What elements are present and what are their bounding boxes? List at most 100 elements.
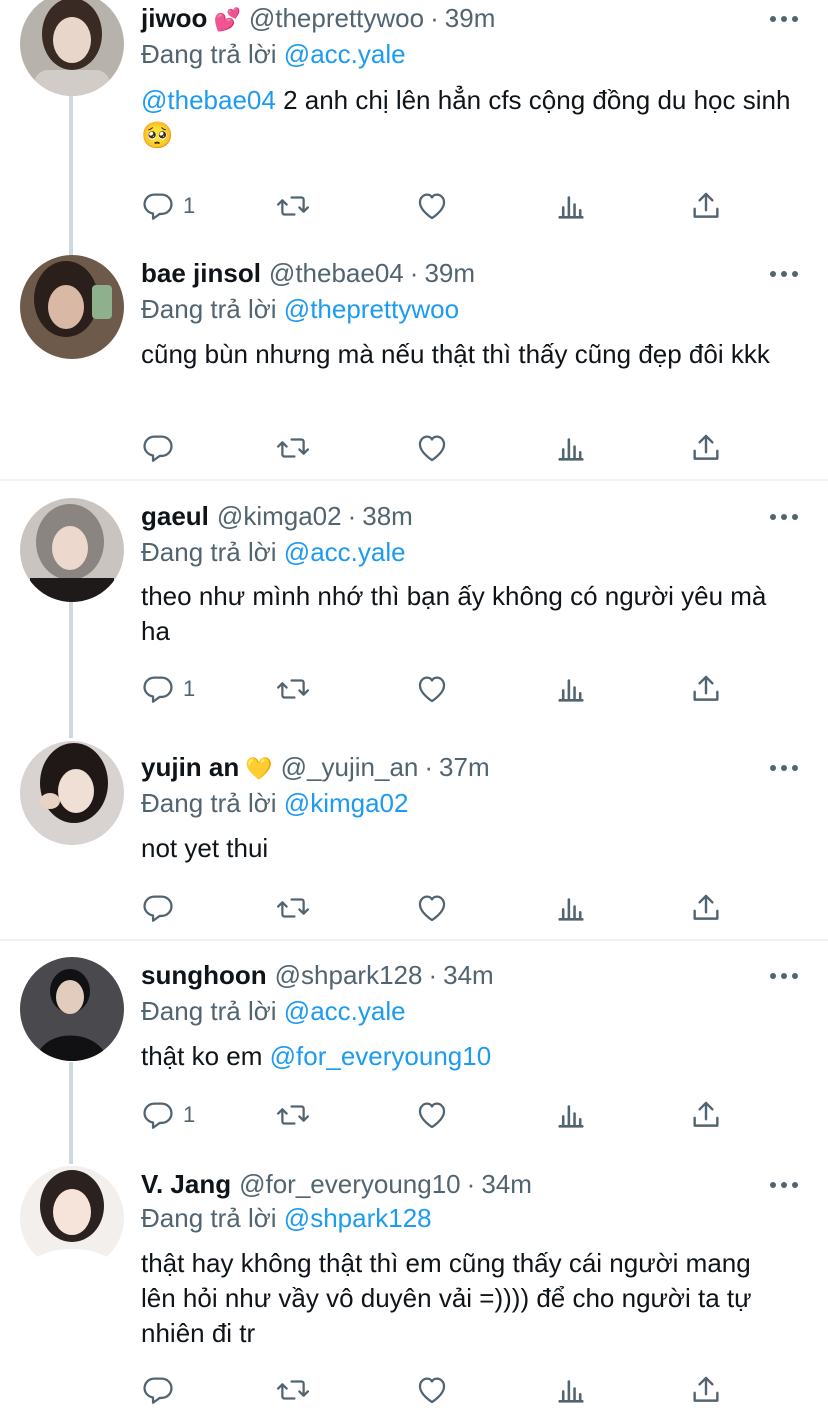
avatar[interactable] — [20, 498, 124, 602]
like-button[interactable] — [415, 428, 449, 468]
retweet-button[interactable] — [276, 888, 310, 928]
retweet-button[interactable] — [276, 186, 310, 226]
heart-icon — [418, 676, 446, 703]
avatar[interactable] — [20, 741, 124, 845]
share-icon — [693, 1101, 719, 1127]
share-icon — [693, 1376, 719, 1402]
mention-link[interactable]: @for_everyoung10 — [270, 1041, 492, 1071]
timestamp[interactable]: 34m — [443, 960, 494, 990]
handle[interactable]: @kimga02 — [217, 501, 342, 531]
retweet-icon — [276, 898, 310, 918]
share-button[interactable] — [689, 669, 723, 709]
like-button[interactable] — [415, 186, 449, 226]
handle[interactable]: @thebae04 — [269, 258, 404, 288]
handle[interactable]: @theprettywoo — [249, 3, 424, 33]
avatar[interactable] — [20, 1166, 124, 1270]
analytics-button[interactable] — [554, 1370, 588, 1410]
timestamp[interactable]: 39m — [424, 258, 475, 288]
more-icon[interactable] — [770, 6, 800, 30]
tweet-text: theo như mình nhớ thì bạn ấy không có ng… — [141, 579, 791, 649]
retweet-button[interactable] — [276, 669, 310, 709]
thread-line — [69, 602, 73, 738]
handle[interactable]: @shpark128 — [275, 960, 423, 990]
reply-button[interactable] — [141, 888, 175, 928]
separator: · — [424, 752, 434, 782]
display-name[interactable]: V. Jang — [141, 1169, 231, 1199]
tweet-text: @thebae04 2 anh chị lên hẳn cfs cộng đồn… — [141, 83, 791, 153]
reply-to-mention[interactable]: @acc.yale — [284, 537, 406, 567]
more-icon[interactable] — [770, 755, 800, 779]
divider — [0, 939, 828, 941]
like-button[interactable] — [415, 888, 449, 928]
analytics-icon — [558, 196, 584, 219]
display-name[interactable]: bae jinsol — [141, 258, 261, 288]
action-bar: 1 — [141, 1095, 741, 1135]
tweet-header: sunghoon @shpark128 · 34m — [141, 957, 494, 993]
separator: · — [430, 3, 439, 33]
heart-icon — [418, 435, 446, 462]
reply-to-mention[interactable]: @shpark128 — [284, 1203, 432, 1233]
more-icon[interactable] — [770, 963, 800, 987]
reply-to-mention[interactable]: @kimga02 — [284, 788, 409, 818]
share-button[interactable] — [689, 428, 723, 468]
reply-button[interactable]: 1 — [141, 1095, 195, 1135]
reply-to-mention[interactable]: @acc.yale — [284, 996, 406, 1026]
analytics-button[interactable] — [554, 428, 588, 468]
display-name[interactable]: yujin an — [141, 752, 239, 782]
reply-to-mention[interactable]: @theprettywoo — [284, 294, 459, 324]
reply-prefix: Đang trả lời — [141, 1203, 277, 1233]
mention-link[interactable]: @thebae04 — [141, 85, 276, 115]
more-icon[interactable] — [770, 261, 800, 285]
reply-prefix: Đang trả lời — [141, 294, 277, 324]
separator: · — [347, 501, 357, 531]
share-button[interactable] — [689, 186, 723, 226]
heart-icon — [418, 895, 446, 922]
avatar[interactable] — [20, 255, 124, 359]
retweet-icon — [276, 1380, 310, 1400]
replying-to: Đang trả lời @acc.yale — [141, 534, 406, 570]
action-bar — [141, 1370, 741, 1410]
display-name[interactable]: gaeul — [141, 501, 209, 531]
share-icon — [693, 894, 719, 920]
avatar[interactable] — [20, 0, 124, 96]
handle[interactable]: @for_everyoung10 — [239, 1169, 461, 1199]
retweet-button[interactable] — [276, 1370, 310, 1410]
analytics-button[interactable] — [554, 669, 588, 709]
share-icon — [693, 434, 719, 460]
reply-button[interactable]: 1 — [141, 669, 195, 709]
share-button[interactable] — [689, 888, 723, 928]
more-icon[interactable] — [770, 504, 800, 528]
timestamp[interactable]: 39m — [445, 3, 496, 33]
reply-button[interactable] — [141, 428, 175, 468]
reply-icon — [143, 1377, 173, 1404]
action-bar — [141, 888, 741, 928]
retweet-button[interactable] — [276, 428, 310, 468]
separator: · — [428, 960, 438, 990]
like-button[interactable] — [415, 1370, 449, 1410]
share-button[interactable] — [689, 1370, 723, 1410]
like-button[interactable] — [415, 669, 449, 709]
heart-icon — [418, 193, 446, 220]
more-icon[interactable] — [770, 1172, 800, 1196]
like-button[interactable] — [415, 1095, 449, 1135]
reply-to-mention[interactable]: @acc.yale — [284, 39, 406, 69]
reply-button[interactable]: 1 — [141, 186, 195, 226]
share-button[interactable] — [689, 1095, 723, 1135]
tweet-text: not yet thui — [141, 831, 791, 866]
timestamp[interactable]: 38m — [362, 501, 413, 531]
timestamp[interactable]: 37m — [439, 752, 490, 782]
retweet-button[interactable] — [276, 1095, 310, 1135]
display-name[interactable]: sunghoon — [141, 960, 267, 990]
analytics-button[interactable] — [554, 186, 588, 226]
avatar[interactable] — [20, 957, 124, 1061]
reply-count: 1 — [183, 676, 196, 701]
display-name[interactable]: jiwoo — [141, 3, 207, 33]
timestamp[interactable]: 34m — [481, 1169, 532, 1199]
tweet-body: cũng bùn nhưng mà nếu thật thì thấy cũng… — [141, 339, 770, 369]
analytics-button[interactable] — [554, 1095, 588, 1135]
replying-to: Đang trả lời @kimga02 — [141, 785, 408, 821]
handle[interactable]: @_yujin_an — [281, 752, 419, 782]
analytics-icon — [558, 438, 584, 461]
reply-button[interactable] — [141, 1370, 175, 1410]
analytics-button[interactable] — [554, 888, 588, 928]
